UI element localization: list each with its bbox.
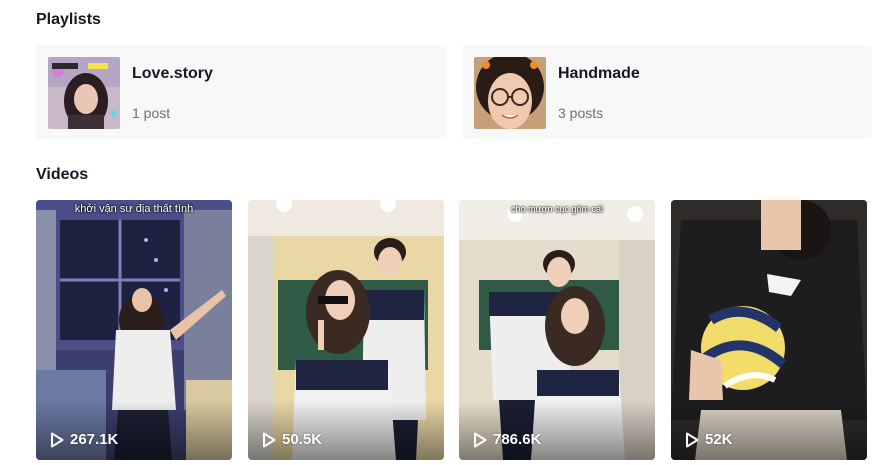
view-count-row: 786.6K <box>473 431 541 448</box>
play-icon <box>474 432 487 447</box>
playlist-post-count: 1 post <box>132 105 171 121</box>
view-count-row: 50.5K <box>262 431 322 448</box>
videos-heading: Videos <box>36 166 89 183</box>
video-card[interactable]: 50.5K <box>248 200 444 460</box>
view-count: 267.1K <box>70 431 119 448</box>
video-gradient <box>248 400 444 460</box>
video-caption: cho mượn cục gôm cái <box>511 204 603 214</box>
video-gradient <box>671 400 867 460</box>
play-icon <box>686 432 699 447</box>
play-icon <box>51 432 64 447</box>
playlist-card-love-story[interactable]: Love.story 1 post <box>36 45 447 139</box>
playlist-name: Handmade <box>558 65 640 82</box>
view-count-row: 52K <box>685 431 733 448</box>
video-card[interactable]: cho mượn cục gôm cái 786.6K <box>459 200 655 460</box>
view-count: 52K <box>705 431 733 448</box>
view-count: 786.6K <box>493 431 542 448</box>
playlists-heading: Playlists <box>36 11 101 28</box>
playlist-thumbnail <box>48 57 120 129</box>
video-card[interactable]: 52K <box>671 200 867 460</box>
video-caption: khởi vận sư địa thất tình <box>74 203 194 215</box>
playlist-card-handmade[interactable]: Handmade 3 posts <box>462 45 872 139</box>
video-card[interactable]: khởi vận sư địa thất tình 267.1K <box>36 200 232 460</box>
view-count-row: 267.1K <box>50 431 118 448</box>
view-count: 50.5K <box>282 431 323 448</box>
playlist-name: Love.story <box>132 65 213 82</box>
play-icon <box>263 432 276 447</box>
playlist-post-count: 3 posts <box>558 105 604 121</box>
playlist-thumbnail <box>474 57 546 129</box>
video-gradient <box>459 400 655 460</box>
video-gradient <box>36 400 232 460</box>
